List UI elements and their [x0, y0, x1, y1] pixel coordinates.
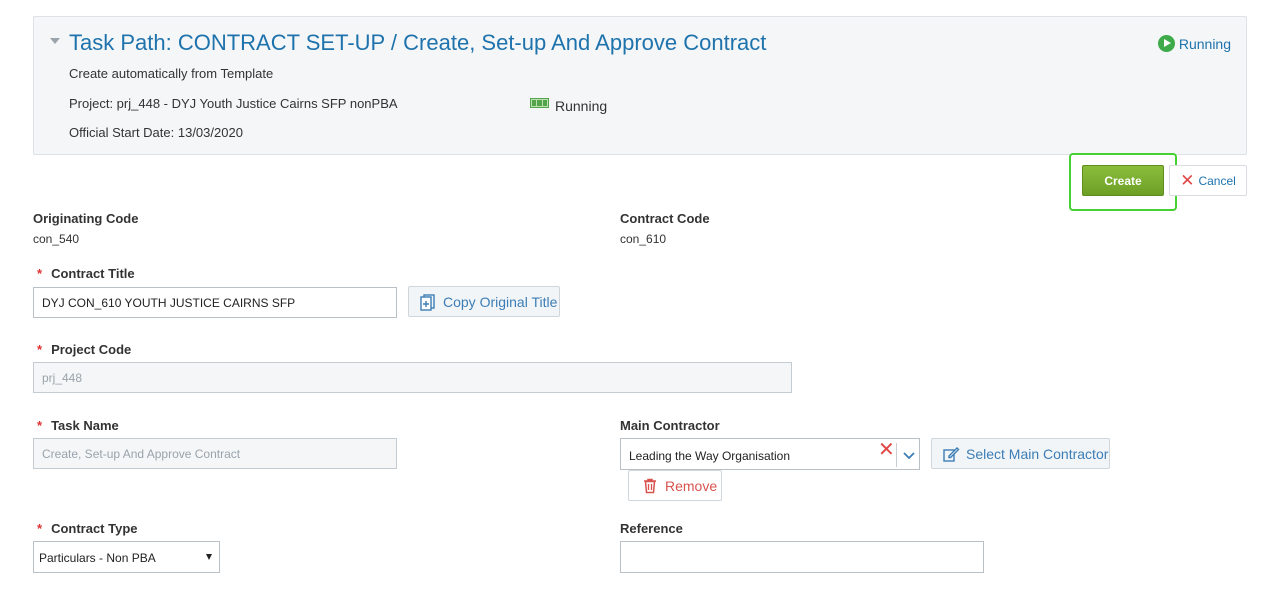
contract-type-value: Particulars - Non PBA — [39, 551, 156, 565]
originating-code-label: Originating Code — [33, 211, 139, 226]
progress-bars-icon — [530, 98, 549, 108]
contract-title-label: * Contract Title — [35, 266, 135, 281]
contract-title-input[interactable]: DYJ CON_610 YOUTH JUSTICE CAIRNS SFP — [33, 287, 397, 318]
reference-input[interactable] — [620, 541, 984, 573]
select-main-contractor-label: Select Main Contractor — [966, 445, 1109, 462]
chevron-down-icon[interactable] — [902, 448, 916, 462]
create-button[interactable]: Create — [1082, 165, 1164, 196]
project-status-text: Running — [555, 98, 608, 114]
project-code-input: prj_448 — [33, 362, 792, 393]
collapse-caret-icon[interactable] — [50, 38, 60, 44]
contract-type-label: * Contract Type — [35, 521, 138, 536]
task-header-panel: Task Path: CONTRACT SET-UP / Create, Set… — [33, 16, 1247, 155]
dropdown-arrow-icon — [206, 554, 212, 560]
task-path-title: Task Path: CONTRACT SET-UP / Create, Set… — [69, 30, 767, 55]
contract-code-label: Contract Code — [620, 211, 710, 226]
project-status: Running — [530, 98, 607, 114]
main-contractor-combobox[interactable]: Leading the Way Organisation ✕ — [620, 438, 920, 470]
copy-original-title-label: Copy Original Title — [443, 293, 558, 310]
copy-original-title-button[interactable]: Copy Original Title — [408, 286, 560, 317]
task-status-badge: Running — [1157, 35, 1231, 52]
remove-contractor-button[interactable]: Remove — [628, 470, 722, 501]
cancel-button[interactable]: ✕ Cancel — [1169, 165, 1247, 196]
edit-pencil-icon — [942, 445, 960, 463]
main-contractor-label: Main Contractor — [620, 418, 720, 433]
reference-label: Reference — [620, 521, 683, 536]
trash-icon — [641, 477, 659, 495]
task-name-label: * Task Name — [35, 418, 119, 433]
task-name-label-text: Task Name — [51, 418, 119, 433]
task-name-input: Create, Set-up And Approve Contract — [33, 438, 397, 469]
copy-document-icon — [419, 293, 437, 311]
task-subtitle: Create automatically from Template — [69, 66, 274, 81]
close-icon: ✕ — [1180, 171, 1195, 190]
contract-title-label-text: Contract Title — [51, 266, 135, 281]
required-mark: * — [37, 342, 43, 357]
required-mark: * — [37, 418, 43, 433]
task-status-text: Running — [1178, 35, 1231, 52]
project-code-label-text: Project Code — [51, 342, 132, 357]
cancel-label: Cancel — [1198, 173, 1236, 188]
required-mark: * — [37, 521, 43, 536]
combo-divider — [896, 443, 897, 467]
project-line: Project: prj_448 - DYJ Youth Justice Cai… — [69, 96, 398, 111]
play-circle-icon — [1157, 35, 1175, 52]
originating-code-value: con_540 — [33, 232, 80, 246]
project-code-label: * Project Code — [35, 342, 131, 357]
required-mark: * — [37, 266, 43, 281]
official-start-date: Official Start Date: 13/03/2020 — [69, 125, 243, 140]
contract-type-label-text: Contract Type — [51, 521, 138, 536]
clear-selection-icon[interactable]: ✕ — [878, 440, 895, 460]
contract-code-value: con_610 — [620, 232, 667, 246]
main-contractor-value: Leading the Way Organisation — [629, 449, 790, 463]
select-main-contractor-button[interactable]: Select Main Contractor — [931, 438, 1110, 469]
remove-label: Remove — [665, 477, 718, 494]
contract-type-select[interactable]: Particulars - Non PBA — [33, 541, 220, 573]
